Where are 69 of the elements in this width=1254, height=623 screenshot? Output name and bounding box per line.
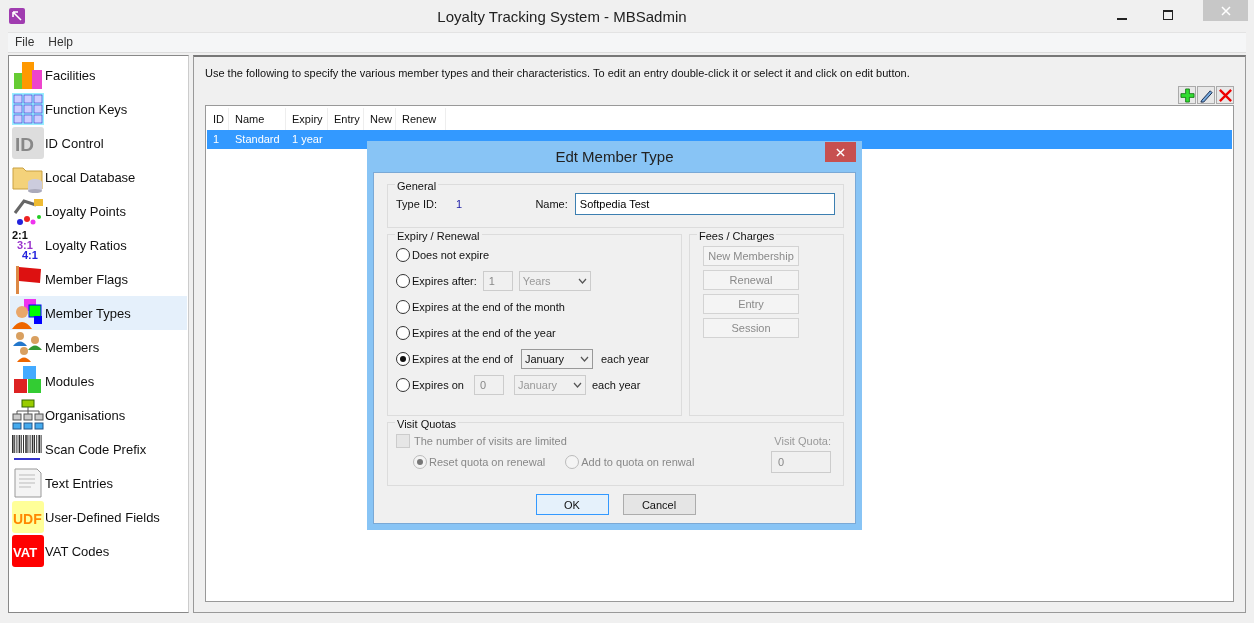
plus-icon [1179,87,1195,103]
person-windows-icon [12,297,44,329]
maximize-icon [1163,10,1173,20]
menu-item[interactable]: Help [41,33,81,52]
suffix-label: each year [592,379,641,391]
sidebar-item[interactable]: VAT VAT Codes [10,534,187,568]
sidebar-item[interactable]: Members [10,330,187,364]
group-label: General [395,180,439,192]
radio-button[interactable] [396,300,410,314]
caret-icon [573,382,582,388]
udf-icon: UDF [12,501,44,533]
sidebar-item[interactable]: Scan Code Prefix [10,432,187,466]
option-label: Expires after: [412,275,477,287]
radio-button[interactable] [396,326,410,340]
option-label: Expires at the end of [412,353,513,365]
option-label: Does not expire [412,249,490,261]
dialog-title: Edt Member Type [555,148,674,165]
sidebar-item[interactable]: Modules [10,364,187,398]
dialog-button[interactable]: OK [535,494,609,515]
window-title: Loyalty Tracking System - MBSadmin [436,7,688,25]
key-grid-icon [12,93,44,125]
sidebar-item[interactable]: Function Keys [10,92,187,126]
group-label: Expiry / Renewal [395,230,482,242]
id-icon: ID [12,127,44,159]
sidebar-item[interactable]: ID ID Control [10,126,187,160]
option-label: Expires at the end of the year [412,327,556,339]
caret-icon [579,356,589,362]
name-field[interactable]: Softpedia Test [574,193,835,215]
option-label: Expires at the end of the month [412,301,565,313]
sidebar-item[interactable]: Text Entries [10,466,187,500]
close-icon [1220,5,1231,16]
people-icon [12,331,44,363]
close-icon [836,147,845,157]
delete-button[interactable] [1216,86,1234,104]
edit-button[interactable] [1197,86,1215,104]
option-label: Reset quota on renewal [429,456,546,468]
menu-item[interactable]: File [8,33,42,52]
radio-button[interactable] [396,248,410,262]
radio-button[interactable] [396,352,410,366]
sidebar-item[interactable]: Member Flags [10,262,187,296]
ratios-icon: 2:1 3:1 4:1 [12,229,44,261]
dropdown[interactable]: January [520,349,593,369]
instructions-text: Use the following to specify the various member types and their characteristics. To edit an entry double-click it or select it and click on edit button. [205,67,911,79]
sidebar-item[interactable]: Loyalty Points [10,194,187,228]
group-label: Visit Quotas [395,418,459,430]
suffix-label: each year [600,353,650,365]
close-button[interactable] [825,142,856,162]
type-id-value: 1 [455,198,464,210]
dialog-button[interactable]: Cancel [622,494,696,515]
sidebar-item[interactable]: UDF User-Defined Fields [10,500,187,534]
group-label: Fees / Charges [697,230,777,242]
sidebar-item[interactable]: Local Database [10,160,187,194]
document-icon [12,467,44,499]
org-chart-icon [12,399,44,431]
pencil-icon [1198,87,1214,103]
field-label: Visit Quota: [774,435,831,447]
cross-icon [1217,87,1233,103]
field-label: Type ID: [396,198,437,210]
add-button[interactable] [1178,86,1196,104]
field-label: Name: [535,198,568,210]
sidebar-item[interactable]: Facilities [10,58,187,92]
app-icon [9,8,25,24]
vat-icon: VAT [12,535,44,567]
sidebar-item[interactable]: Organisations [10,398,187,432]
minimize-icon [1117,18,1127,20]
caret-icon [577,278,587,284]
option-label: Add to quota on renwal [581,456,695,468]
sidebar-item[interactable]: Member Types [10,296,187,330]
option-label: Expires on [412,379,464,391]
